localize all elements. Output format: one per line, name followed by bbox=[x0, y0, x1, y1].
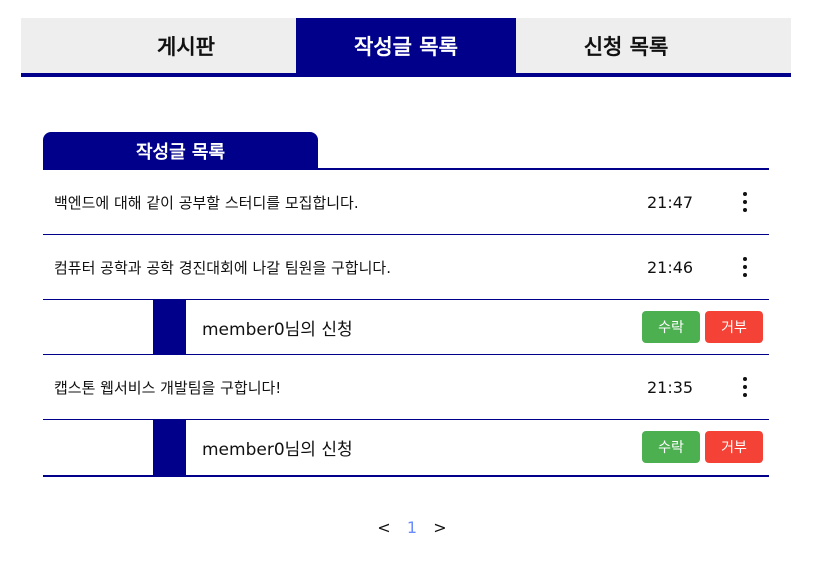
more-vertical-icon[interactable] bbox=[741, 257, 749, 277]
application-indent-bar bbox=[153, 300, 186, 354]
pagination: < 1 > bbox=[370, 518, 454, 537]
post-list: 백엔드에 대해 같이 공부할 스터디를 모집합니다. 21:47 컴퓨터 공학과… bbox=[43, 168, 769, 477]
tab-my-posts[interactable]: 작성글 목록 bbox=[296, 18, 516, 73]
post-row[interactable]: 캡스톤 웹서비스 개발팀을 구합니다! 21:35 bbox=[43, 355, 769, 420]
post-time: 21:46 bbox=[647, 257, 694, 277]
page-number-link[interactable]: 1 bbox=[398, 518, 426, 537]
section-title: 작성글 목록 bbox=[43, 132, 318, 169]
application-label: member0님의 신청 bbox=[202, 440, 353, 460]
accept-button[interactable]: 수락 bbox=[642, 311, 700, 343]
post-time: 21:35 bbox=[647, 377, 694, 397]
tab-applications[interactable]: 신청 목록 bbox=[516, 18, 736, 73]
more-vertical-icon[interactable] bbox=[741, 377, 749, 397]
top-tab-bar: 게시판 작성글 목록 신청 목록 bbox=[21, 18, 791, 73]
post-time: 21:47 bbox=[647, 192, 694, 212]
application-indent-bar bbox=[153, 420, 186, 475]
accept-button[interactable]: 수락 bbox=[642, 431, 700, 463]
application-label: member0님의 신청 bbox=[202, 320, 353, 340]
post-title[interactable]: 캡스톤 웹서비스 개발팀을 구합니다! bbox=[54, 377, 281, 398]
reject-button[interactable]: 거부 bbox=[705, 311, 763, 343]
next-page-button[interactable]: > bbox=[426, 518, 454, 537]
reject-button[interactable]: 거부 bbox=[705, 431, 763, 463]
post-row[interactable]: 컴퓨터 공학과 공학 경진대회에 나갈 팀원을 구합니다. 21:46 bbox=[43, 235, 769, 300]
application-row: member0님의 신청 수락 거부 bbox=[43, 420, 769, 475]
prev-page-button[interactable]: < bbox=[370, 518, 398, 537]
more-vertical-icon[interactable] bbox=[741, 192, 749, 212]
post-title[interactable]: 컴퓨터 공학과 공학 경진대회에 나갈 팀원을 구합니다. bbox=[54, 257, 391, 278]
tab-board[interactable]: 게시판 bbox=[21, 18, 296, 73]
tab-bar-underline bbox=[21, 73, 791, 77]
post-title[interactable]: 백엔드에 대해 같이 공부할 스터디를 모집합니다. bbox=[54, 192, 359, 213]
application-row: member0님의 신청 수락 거부 bbox=[43, 300, 769, 355]
post-row[interactable]: 백엔드에 대해 같이 공부할 스터디를 모집합니다. 21:47 bbox=[43, 170, 769, 235]
